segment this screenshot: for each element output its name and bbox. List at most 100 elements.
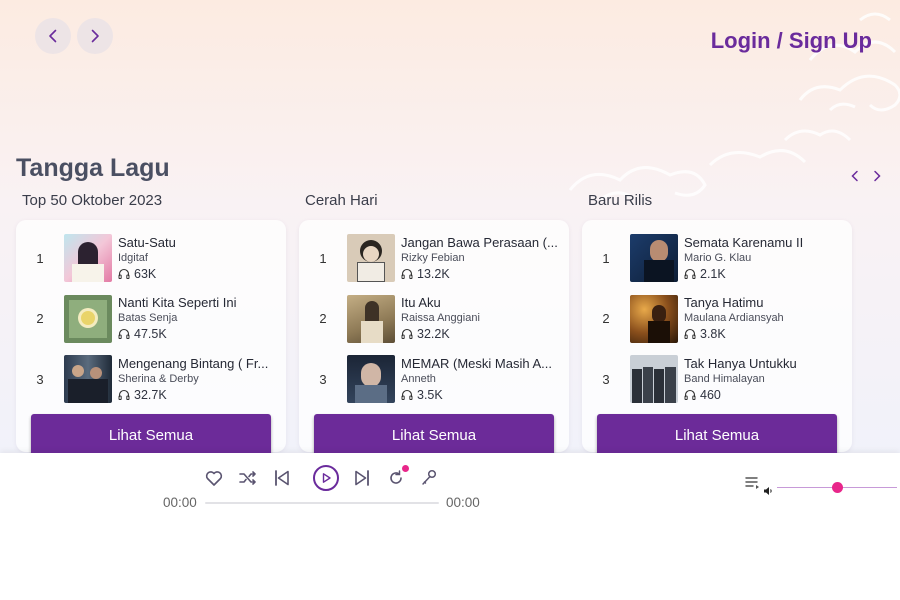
play-count-value: 47.5K <box>134 327 167 342</box>
track-artist: Mario G. Klau <box>684 251 752 264</box>
play-count: 63K <box>118 266 280 282</box>
chevron-left-icon <box>45 28 61 44</box>
track-row[interactable]: 3 Tak Hanya Untukku Band Himalayan 460 <box>582 349 852 410</box>
chart-column-top50: Top 50 Oktober 2023 1 Satu-Satu Idgitaf … <box>16 190 291 453</box>
back-button[interactable] <box>35 18 71 54</box>
progress-bar[interactable] <box>205 502 439 504</box>
forward-button[interactable] <box>77 18 113 54</box>
login-signup-link[interactable]: Login / Sign Up <box>711 28 872 54</box>
chart-column-cerah-hari: Cerah Hari 1 Jangan Bawa Perasaan (... R… <box>299 190 574 453</box>
play-icon <box>322 473 331 483</box>
track-row[interactable]: 1 Satu-Satu Idgitaf 63K <box>16 228 286 289</box>
repeat-active-indicator <box>402 465 409 472</box>
track-row[interactable]: 1 Jangan Bawa Perasaan (... Rizky Febian… <box>299 228 569 289</box>
play-button[interactable] <box>313 465 339 491</box>
track-title: Mengenang Bintang ( Fr... <box>118 355 269 371</box>
carousel-prev-button[interactable] <box>848 168 862 184</box>
track-row[interactable]: 2 Itu Aku Raissa Anggiani 32.2K <box>299 289 569 350</box>
track-title: Satu-Satu <box>118 234 176 250</box>
queue-button[interactable] <box>745 475 761 496</box>
see-all-button[interactable]: Lihat Semua <box>31 413 271 453</box>
album-cover <box>347 234 395 283</box>
play-count: 32.7K <box>118 387 280 403</box>
track-row[interactable]: 2 Nanti Kita Seperti Ini Batas Senja 47.… <box>16 289 286 350</box>
track-row[interactable]: 3 MEMAR (Meski Masih A... Anneth 3.5K <box>299 349 569 410</box>
previous-button[interactable] <box>272 468 292 488</box>
track-rank: 3 <box>36 371 44 387</box>
track-title: MEMAR (Meski Masih A... <box>401 355 552 371</box>
heart-icon <box>205 471 223 486</box>
skip-back-icon <box>275 470 289 486</box>
next-button[interactable] <box>352 468 372 488</box>
headphones-icon <box>118 389 130 400</box>
repeat-button[interactable] <box>386 465 409 488</box>
chevron-left-icon <box>851 170 858 182</box>
track-rank: 2 <box>602 311 610 327</box>
see-all-button[interactable]: Lihat Semua <box>597 413 837 453</box>
volume-button[interactable] <box>763 483 773 501</box>
current-time: 00:00 <box>163 495 197 510</box>
shuffle-icon <box>239 471 256 485</box>
track-rank: 3 <box>319 371 327 387</box>
headphones-icon <box>684 329 696 340</box>
chevron-right-icon <box>874 170 881 182</box>
column-title: Baru Rilis <box>588 192 653 209</box>
shuffle-button[interactable] <box>238 468 258 488</box>
play-count-value: 3.8K <box>700 327 726 342</box>
skip-forward-icon <box>355 470 369 486</box>
play-count: 460 <box>684 387 846 403</box>
section-title: Tangga Lagu <box>16 154 170 182</box>
play-count-value: 3.5K <box>417 387 443 402</box>
play-count-value: 2.1K <box>700 266 726 281</box>
lyrics-button[interactable] <box>419 468 439 488</box>
album-cover <box>630 234 678 283</box>
chevron-right-icon <box>87 28 103 44</box>
play-count: 32.2K <box>401 326 563 342</box>
track-artist: Sherina & Derby <box>118 372 199 385</box>
headphones-icon <box>684 389 696 400</box>
hero-background: Login / Sign Up Tangga Lagu Top 50 Oktob… <box>0 0 900 453</box>
album-cover <box>630 294 678 343</box>
track-artist: Raissa Anggiani <box>401 312 480 325</box>
play-count: 13.2K <box>401 266 563 282</box>
album-cover <box>630 355 678 404</box>
track-title: Tak Hanya Untukku <box>684 355 797 371</box>
track-list-card: 1 Jangan Bawa Perasaan (... Rizky Febian… <box>299 220 569 453</box>
play-count: 2.1K <box>684 266 846 282</box>
headphones-icon <box>684 268 696 279</box>
headphones-icon <box>401 389 413 400</box>
play-count: 3.5K <box>401 387 563 403</box>
column-title: Cerah Hari <box>305 192 378 209</box>
album-cover <box>64 294 112 343</box>
track-artist: Rizky Febian <box>401 251 465 264</box>
track-row[interactable]: 3 Mengenang Bintang ( Fr... Sherina & De… <box>16 349 286 410</box>
carousel-next-button[interactable] <box>870 168 884 184</box>
chart-column-baru-rilis: Baru Rilis 1 Semata Karenamu II Mario G.… <box>582 190 857 453</box>
player-bar: 00:00 00:00 <box>0 453 900 600</box>
track-rank: 1 <box>602 250 610 266</box>
track-title: Itu Aku <box>401 295 441 311</box>
track-list-card: 1 Satu-Satu Idgitaf 63K 2 Nanti Kita Sep… <box>16 220 286 453</box>
track-rank: 2 <box>319 311 327 327</box>
track-list-card: 1 Semata Karenamu II Mario G. Klau 2.1K … <box>582 220 852 453</box>
see-all-button[interactable]: Lihat Semua <box>314 413 554 453</box>
track-title: Semata Karenamu II <box>684 234 804 250</box>
like-button[interactable] <box>204 468 224 488</box>
album-cover <box>347 355 395 404</box>
volume-slider-knob[interactable] <box>831 482 843 493</box>
queue-list-icon <box>745 477 759 489</box>
track-artist: Idgitaf <box>118 251 148 264</box>
play-count: 47.5K <box>118 326 280 342</box>
track-row[interactable]: 1 Semata Karenamu II Mario G. Klau 2.1K <box>582 228 852 289</box>
play-count-value: 460 <box>700 387 721 402</box>
column-title: Top 50 Oktober 2023 <box>22 192 163 209</box>
volume-icon <box>764 487 772 495</box>
track-artist: Band Himalayan <box>684 372 765 385</box>
play-count-value: 63K <box>134 266 157 281</box>
carousel-arrows <box>848 168 884 184</box>
play-count-value: 32.2K <box>417 327 450 342</box>
track-row[interactable]: 2 Tanya Hatimu Maulana Ardiansyah 3.8K <box>582 289 852 350</box>
album-cover <box>64 355 112 404</box>
track-artist: Maulana Ardiansyah <box>684 312 784 325</box>
track-rank: 3 <box>602 371 610 387</box>
